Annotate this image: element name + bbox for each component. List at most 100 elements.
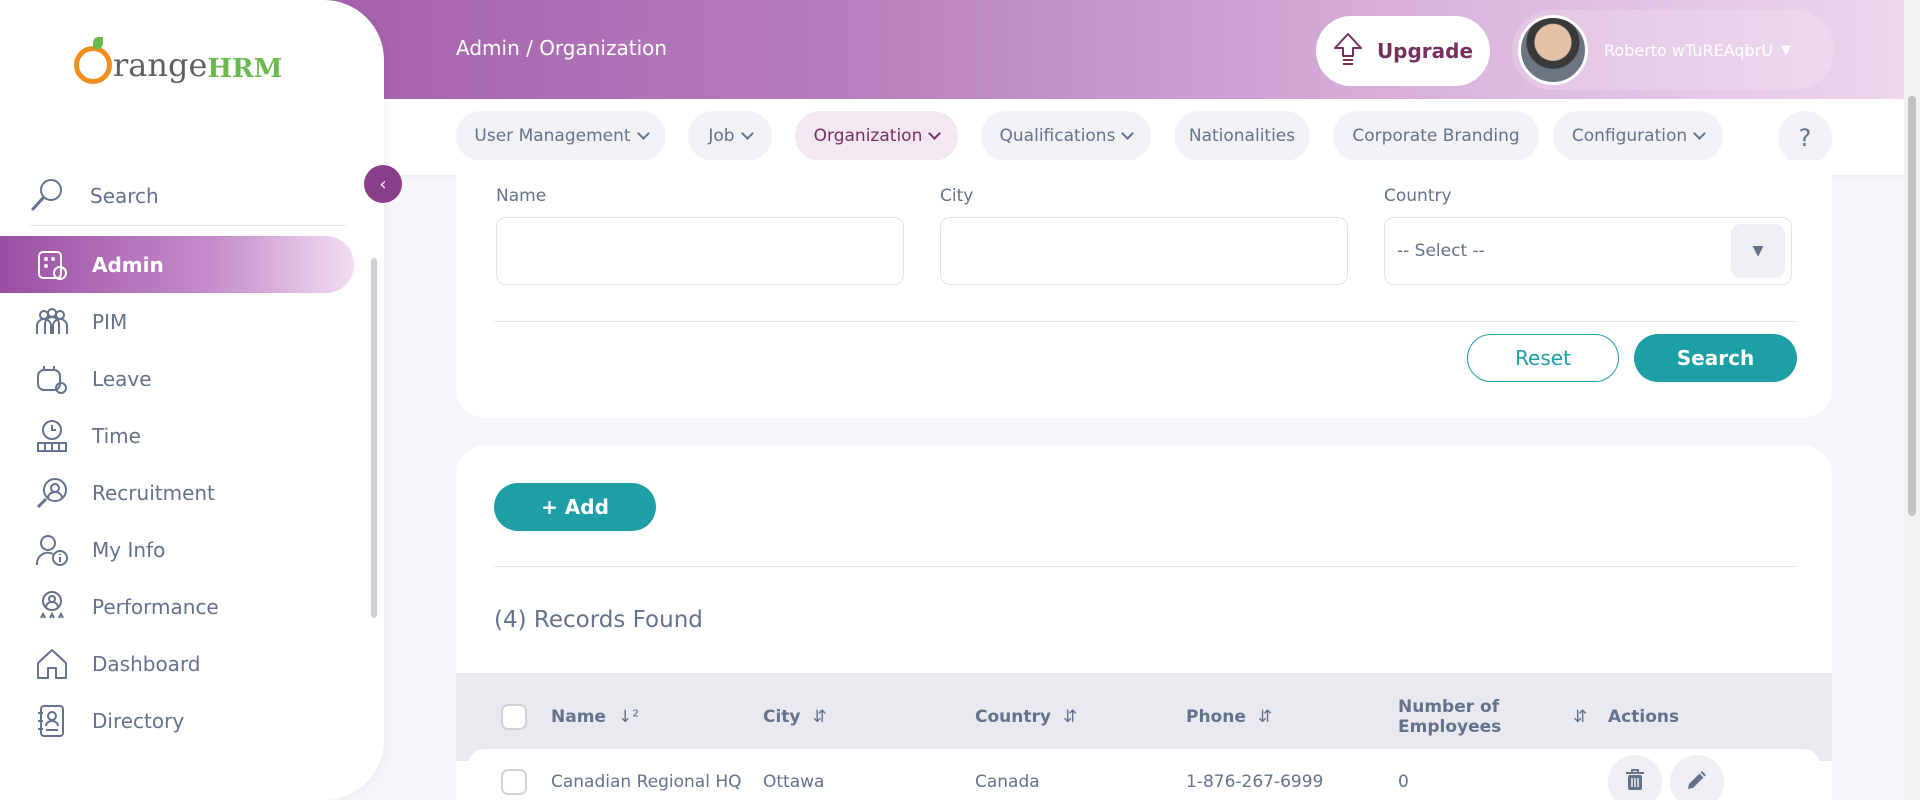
column-header-name: Name ↓² — [551, 673, 639, 761]
orangehrm-logo[interactable]: range HRM — [74, 37, 283, 84]
sidebar: range HRM Search Admin PIM Leave Time Re… — [0, 0, 384, 800]
tab-nationalities[interactable]: Nationalities — [1174, 111, 1310, 161]
sort-icon[interactable]: ⇵ — [1063, 707, 1077, 727]
tab-qualifications[interactable]: Qualifications — [981, 111, 1151, 161]
select-all-cell — [501, 673, 527, 761]
sidebar-scrollbar[interactable] — [370, 240, 378, 740]
tab-label: Qualifications — [999, 126, 1116, 146]
sidebar-item-label: PIM — [92, 309, 128, 334]
sidebar-item-label: Dashboard — [92, 651, 201, 676]
row-select-cell — [501, 767, 527, 797]
row-checkbox[interactable] — [501, 769, 527, 795]
organization-filter-card: Name City Country -- Select -- ▼ Reset S… — [456, 160, 1832, 418]
pencil-icon — [1685, 768, 1709, 796]
cell-employees: 0 — [1398, 772, 1409, 792]
upgrade-arrow-icon — [1333, 32, 1363, 71]
trash-icon — [1625, 768, 1645, 796]
page-scrollbar-thumb[interactable] — [1908, 96, 1916, 516]
chevron-down-icon — [636, 127, 650, 140]
column-label-line1: Number of — [1398, 697, 1500, 717]
sidebar-item-directory[interactable]: Directory — [0, 692, 360, 749]
time-icon — [34, 418, 70, 454]
tab-label: User Management — [474, 126, 631, 146]
country-select-value: -- Select -- — [1397, 241, 1485, 261]
column-header-phone: Phone ⇵ — [1186, 673, 1272, 761]
search-button[interactable]: Search — [1634, 334, 1797, 382]
select-all-checkbox[interactable] — [501, 704, 527, 730]
chevron-left-icon: ‹ — [379, 173, 387, 195]
tab-label: Nationalities — [1188, 126, 1296, 146]
cell-name: Canadian Regional HQ — [551, 772, 742, 792]
chevron-down-icon — [740, 127, 754, 140]
table-row[interactable]: Canadian Regional HQ Ottawa Canada 1-876… — [468, 749, 1820, 800]
reset-button[interactable]: Reset — [1467, 334, 1619, 382]
user-name: Roberto wTuREAqbrU — [1604, 40, 1773, 60]
user-dropdown[interactable]: Roberto wTuREAqbrU ▼ — [1512, 10, 1834, 90]
records-divider — [494, 566, 1797, 567]
sidebar-item-label: Performance — [92, 594, 219, 619]
sidebar-item-dashboard[interactable]: Dashboard — [0, 635, 360, 692]
sidebar-collapse-button[interactable]: ‹ — [364, 165, 402, 203]
add-button[interactable]: + Add — [494, 483, 656, 531]
tab-organization[interactable]: Organization — [795, 111, 958, 161]
sidebar-item-pim[interactable]: PIM — [0, 293, 360, 350]
search-icon — [30, 176, 66, 216]
recruitment-icon — [34, 475, 70, 511]
sidebar-item-recruitment[interactable]: Recruitment — [0, 464, 360, 521]
tab-job[interactable]: Job — [688, 111, 772, 161]
records-count: (4) Records Found — [494, 607, 703, 633]
tab-configuration[interactable]: Configuration — [1553, 111, 1723, 161]
page-scrollbar[interactable] — [1904, 0, 1920, 800]
column-header-city: City ⇵ — [763, 673, 827, 761]
edit-button[interactable] — [1670, 755, 1724, 800]
sort-ascending-icon[interactable]: ↓² — [618, 707, 639, 727]
tab-label: Organization — [813, 126, 923, 146]
country-field-label: Country — [1384, 186, 1452, 206]
sidebar-scrollbar-thumb[interactable] — [371, 258, 377, 618]
sidebar-menu: Admin PIM Leave Time Recruitment My Info… — [0, 236, 360, 749]
column-label: Country — [975, 707, 1051, 727]
sidebar-item-my-info[interactable]: My Info — [0, 521, 360, 578]
logo-hrm-text: HRM — [207, 54, 283, 84]
column-label: City — [763, 707, 801, 727]
caret-down-icon: ▼ — [1780, 42, 1791, 58]
chevron-down-icon — [928, 127, 942, 140]
table-header: Name ↓² City ⇵ Country ⇵ Phone ⇵ Number … — [456, 673, 1832, 761]
upgrade-button[interactable]: Upgrade — [1316, 16, 1490, 86]
tab-label: Configuration — [1571, 126, 1688, 146]
tab-label: Job — [708, 126, 735, 146]
chevron-down-icon — [1693, 127, 1707, 140]
breadcrumb: Admin / Organization — [456, 36, 668, 60]
organization-records-card: + Add (4) Records Found Name ↓² City ⇵ C… — [456, 445, 1832, 800]
cell-country: Canada — [975, 772, 1040, 792]
city-input[interactable] — [940, 217, 1348, 285]
column-header-actions: Actions — [1608, 673, 1679, 761]
pim-icon — [34, 304, 70, 340]
avatar — [1518, 15, 1588, 85]
employees-sort-cell: ⇵ — [1573, 673, 1587, 761]
help-button[interactable]: ? — [1778, 111, 1832, 165]
caret-down-icon: ▼ — [1731, 224, 1785, 278]
sidebar-item-time[interactable]: Time — [0, 407, 360, 464]
sidebar-item-label: Recruitment — [92, 480, 215, 505]
sidebar-item-label: Admin — [92, 252, 164, 277]
tab-user-management[interactable]: User Management — [456, 111, 666, 161]
sort-icon[interactable]: ⇵ — [1573, 707, 1587, 727]
name-input[interactable] — [496, 217, 904, 285]
sidebar-search[interactable]: Search — [30, 166, 346, 226]
country-select[interactable]: -- Select -- ▼ — [1384, 217, 1792, 285]
tab-corporate-branding[interactable]: Corporate Branding — [1333, 111, 1539, 161]
sort-icon[interactable]: ⇵ — [1258, 707, 1272, 727]
column-label: Phone — [1186, 707, 1246, 727]
sort-icon[interactable]: ⇵ — [813, 707, 827, 727]
help-icon: ? — [1798, 124, 1812, 152]
sidebar-item-label: Time — [92, 423, 141, 448]
sidebar-item-label: Leave — [92, 366, 152, 391]
tab-label: Corporate Branding — [1352, 126, 1520, 146]
sidebar-item-performance[interactable]: Performance — [0, 578, 360, 635]
sidebar-item-admin[interactable]: Admin — [0, 236, 354, 293]
city-field-label: City — [940, 186, 974, 206]
delete-button[interactable] — [1608, 755, 1662, 800]
sidebar-item-leave[interactable]: Leave — [0, 350, 360, 407]
cell-city: Ottawa — [763, 772, 825, 792]
